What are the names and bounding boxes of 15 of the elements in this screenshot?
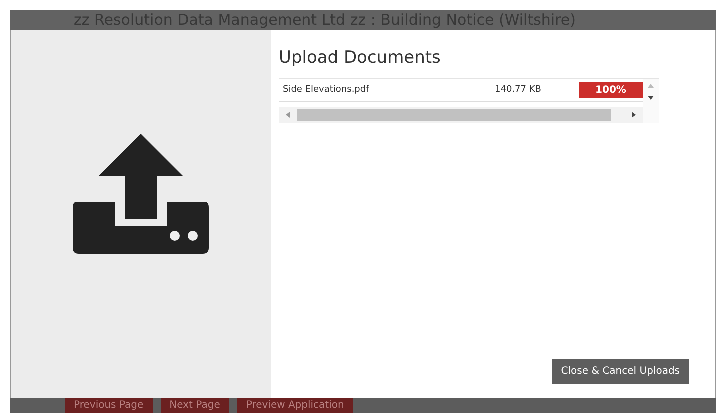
footer-button[interactable]: Previous Page — [65, 398, 153, 413]
footer-button[interactable]: Preview Application — [237, 398, 354, 413]
upload-icon — [71, 134, 211, 254]
file-name: Side Elevations.pdf — [282, 85, 370, 95]
footer-button[interactable]: Next Page — [160, 398, 230, 413]
scroll-up-icon[interactable] — [647, 83, 655, 89]
scroll-left-icon[interactable] — [285, 111, 291, 119]
progress-reading: 100% — [594, 84, 628, 98]
vertical-scrollbar[interactable] — [643, 79, 659, 123]
scroll-down-icon[interactable] — [647, 95, 655, 101]
dialog-title: Upload Documents — [279, 48, 442, 68]
scroll-right-icon[interactable] — [631, 111, 637, 119]
close-cancel-button[interactable]: Close & Cancel Uploads — [552, 359, 689, 384]
file-size: 140.77 KB — [495, 85, 542, 95]
horizontal-scrollbar[interactable] — [279, 107, 643, 123]
